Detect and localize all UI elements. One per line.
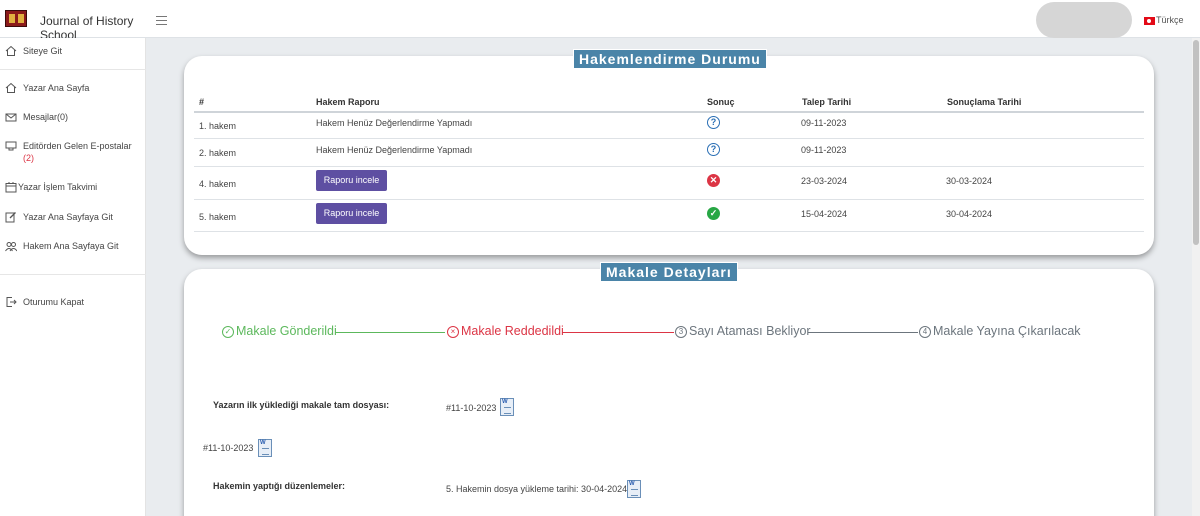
step-number-icon: 4 xyxy=(919,326,931,338)
user-avatar[interactable] xyxy=(1036,2,1132,38)
column-header-result-date: Sonuçlama Tarihi xyxy=(947,97,1022,107)
result-date: 30-03-2024 xyxy=(946,176,993,186)
table-row-divider xyxy=(194,166,1144,167)
menu-toggle-icon[interactable] xyxy=(156,16,167,25)
second-file-value: #11-10-2023 xyxy=(203,443,254,453)
review-status-card xyxy=(184,56,1154,255)
step-number-icon: 3 xyxy=(675,326,687,338)
step-label: Makale Reddedildi xyxy=(461,324,564,338)
table-row-divider xyxy=(194,199,1144,200)
sidebar-item-label: Mesajlar(0) xyxy=(23,112,69,122)
result-date: 30-04-2024 xyxy=(946,209,993,219)
sidebar-divider xyxy=(0,69,146,70)
sidebar-item-label: Yazar İşlem Takvimi xyxy=(18,182,98,192)
reviewer-number: 4. hakem xyxy=(199,179,237,189)
reviewer-edits-value: 5. Hakemin dosya yükleme tarihi: 30-04-2… xyxy=(446,484,628,494)
reviewer-edits-label: Hakemin yaptığı düzenlemeler: xyxy=(213,481,346,491)
report-status-text: Hakem Henüz Değerlendirme Yapmadı xyxy=(316,145,473,155)
journal-logo[interactable] xyxy=(5,10,27,27)
sidebar-item-label: Oturumu Kapat xyxy=(23,297,85,307)
sidebar-divider xyxy=(0,274,146,275)
step-connector xyxy=(808,332,918,333)
sidebar: Siteye Git Yazar Ana Sayfa Mesajlar(0) E… xyxy=(0,38,146,516)
step-rejected: × Makale Reddedildi xyxy=(447,324,564,338)
logout-icon xyxy=(6,297,17,307)
top-navbar: Journal of History School Türkçe xyxy=(0,0,1200,42)
sidebar-item-label: Yazar Ana Sayfa xyxy=(23,83,90,93)
check-circle-icon: ✓ xyxy=(222,326,234,338)
table-row-divider xyxy=(194,231,1144,232)
scrollbar-thumb[interactable] xyxy=(1193,40,1199,245)
x-circle-icon: × xyxy=(447,326,459,338)
table-row-divider xyxy=(194,138,1144,139)
edit-icon xyxy=(5,212,16,223)
view-report-button[interactable]: Raporu incele xyxy=(316,203,387,224)
author-file-value: #11-10-2023 xyxy=(446,403,497,413)
word-document-icon[interactable] xyxy=(627,480,641,498)
sidebar-item-label: Editörden Gelen E-postalar xyxy=(23,141,132,151)
column-header-report: Hakem Raporu xyxy=(316,97,380,107)
review-status-title: Hakemlendirme Durumu xyxy=(573,49,767,69)
request-date: 23-03-2024 xyxy=(801,176,848,186)
home-icon xyxy=(5,45,17,56)
reviewer-number: 1. hakem xyxy=(199,121,237,131)
inbox-icon xyxy=(5,141,17,151)
word-document-icon[interactable] xyxy=(258,439,272,457)
pending-question-icon: ? xyxy=(707,116,720,129)
step-submitted: ✓ Makale Gönderildi xyxy=(222,324,337,338)
column-header-result: Sonuç xyxy=(707,97,735,107)
language-label: Türkçe xyxy=(1156,15,1184,25)
language-selector[interactable]: Türkçe xyxy=(1144,15,1184,25)
rejected-x-icon: ✕ xyxy=(707,174,720,187)
request-date: 15-04-2024 xyxy=(801,209,848,219)
step-connector xyxy=(335,332,445,333)
request-date: 09-11-2023 xyxy=(801,118,847,128)
envelope-icon xyxy=(5,113,17,122)
view-report-button[interactable]: Raporu incele xyxy=(316,170,387,191)
step-connector xyxy=(562,332,674,333)
sidebar-item-label: Hakem Ana Sayfaya Git xyxy=(23,241,119,251)
request-date: 09-11-2023 xyxy=(801,145,847,155)
page-scrollbar[interactable] xyxy=(1192,38,1200,516)
accepted-check-icon: ✓ xyxy=(707,207,720,220)
home-icon xyxy=(5,82,17,93)
column-header-number: # xyxy=(199,97,205,107)
author-file-label: Yazarın ilk yüklediği makale tam dosyası… xyxy=(213,400,390,410)
step-label: Makale Yayına Çıkarılacak xyxy=(933,324,1081,338)
calendar-icon xyxy=(5,182,17,193)
pending-question-icon: ? xyxy=(707,143,720,156)
article-details-title: Makale Detayları xyxy=(600,262,738,282)
report-status-text: Hakem Henüz Değerlendirme Yapmadı xyxy=(316,118,473,128)
step-label: Sayı Ataması Bekliyor xyxy=(689,324,811,338)
reviewer-number: 2. hakem xyxy=(199,148,237,158)
step-issue-assignment: 3 Sayı Ataması Bekliyor xyxy=(675,324,811,338)
step-label: Makale Gönderildi xyxy=(236,324,337,338)
sidebar-item-label: Siteye Git xyxy=(23,46,63,56)
reviewer-number: 5. hakem xyxy=(199,212,237,222)
sidebar-item-label: Yazar Ana Sayfaya Git xyxy=(23,212,113,222)
article-details-card xyxy=(184,269,1154,516)
table-header-divider xyxy=(194,111,1144,113)
step-publication: 4 Makale Yayına Çıkarılacak xyxy=(919,324,1081,338)
unread-count-badge: (2) xyxy=(23,153,34,163)
column-header-request-date: Talep Tarihi xyxy=(802,97,852,107)
users-icon xyxy=(5,242,17,252)
word-document-icon[interactable] xyxy=(500,398,514,416)
turkish-flag-icon xyxy=(1144,16,1155,25)
